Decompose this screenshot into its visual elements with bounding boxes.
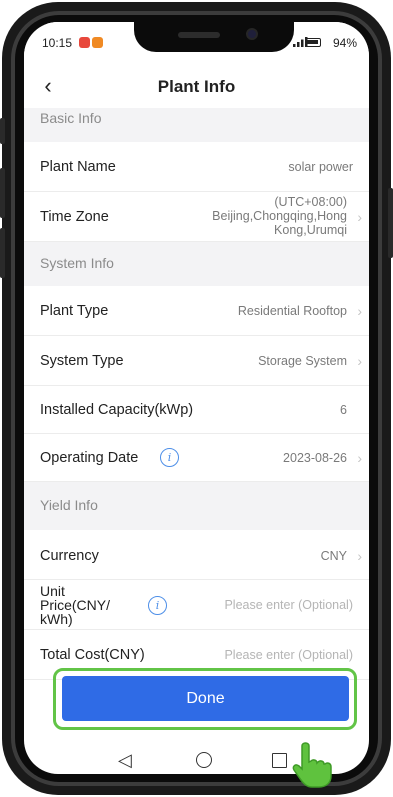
volume-down-button bbox=[0, 228, 5, 278]
chevron-right-icon: › bbox=[357, 548, 362, 564]
chevron-right-icon: › bbox=[357, 209, 362, 225]
plant-info-form: Basic Info Plant Name solar power Time Z… bbox=[24, 108, 369, 680]
operating-date-value: 2023-08-26 bbox=[283, 451, 347, 465]
page-title: Plant Info bbox=[157, 77, 236, 96]
section-title: System Info bbox=[40, 255, 114, 271]
section-title: Basic Info bbox=[40, 110, 102, 126]
system-type-label: System Type bbox=[40, 353, 124, 369]
notch bbox=[134, 22, 294, 52]
plant-type-value: Residential Rooftop bbox=[237, 304, 347, 318]
chevron-right-icon: › bbox=[357, 450, 362, 466]
unit-price-input[interactable]: Please enter (Optional) bbox=[224, 598, 353, 612]
total-cost-label: Total Cost(CNY) bbox=[40, 647, 145, 663]
total-cost-input[interactable]: Please enter (Optional) bbox=[224, 648, 353, 662]
section-header-yield: Yield Info bbox=[24, 482, 369, 530]
system-type-value: Storage System bbox=[258, 354, 347, 368]
nav-header: ‹ Plant Info bbox=[24, 64, 369, 108]
row-plant-type[interactable]: Plant Type Residential Rooftop › bbox=[24, 286, 369, 336]
battery-icon bbox=[305, 38, 321, 47]
circle-home-icon[interactable] bbox=[196, 752, 212, 768]
unit-price-label: Unit Price(CNY/ kWh) bbox=[40, 583, 111, 627]
info-icon[interactable]: i bbox=[148, 596, 167, 615]
currency-value: CNY bbox=[320, 549, 347, 563]
installed-capacity-value[interactable]: 6 bbox=[340, 403, 347, 417]
volume-up-button bbox=[0, 168, 5, 218]
row-operating-date[interactable]: Operating Date i 2023-08-26 › bbox=[24, 434, 369, 482]
chevron-right-icon: › bbox=[357, 303, 362, 319]
row-system-type[interactable]: System Type Storage System › bbox=[24, 336, 369, 386]
operating-date-label: Operating Date bbox=[40, 450, 139, 466]
section-header-basic: Basic Info bbox=[24, 108, 369, 142]
status-bar: 10:15 94% bbox=[24, 22, 369, 64]
row-installed-capacity[interactable]: Installed Capacity(kWp) 6 bbox=[24, 386, 369, 434]
plant-name-label: Plant Name bbox=[40, 159, 116, 175]
hand-pointer-icon bbox=[292, 742, 332, 788]
info-icon[interactable]: i bbox=[160, 448, 179, 467]
section-title: Yield Info bbox=[40, 497, 98, 513]
status-time: 10:15 bbox=[42, 36, 73, 50]
row-plant-name[interactable]: Plant Name solar power bbox=[24, 142, 369, 192]
notification-icon bbox=[79, 37, 90, 48]
section-header-system: System Info bbox=[24, 242, 369, 286]
app-notification-icon bbox=[92, 37, 103, 48]
currency-label: Currency bbox=[40, 548, 99, 564]
time-zone-label: Time Zone bbox=[40, 209, 109, 225]
time-zone-value: (UTC+08:00) Beijing,Chongqing,Hong Kong,… bbox=[212, 195, 347, 237]
square-recent-icon[interactable] bbox=[272, 753, 287, 768]
installed-capacity-label: Installed Capacity(kWp) bbox=[40, 402, 194, 418]
chevron-right-icon: › bbox=[357, 353, 362, 369]
row-time-zone[interactable]: Time Zone (UTC+08:00) Beijing,Chongqing,… bbox=[24, 192, 369, 242]
row-currency[interactable]: Currency CNY › bbox=[24, 530, 369, 580]
volume-button bbox=[0, 118, 5, 144]
speaker bbox=[178, 32, 220, 38]
front-camera bbox=[246, 28, 258, 40]
power-button bbox=[388, 188, 393, 258]
row-unit-price[interactable]: Unit Price(CNY/ kWh) i Please enter (Opt… bbox=[24, 580, 369, 630]
plant-type-label: Plant Type bbox=[40, 303, 109, 319]
plant-name-value[interactable]: solar power bbox=[288, 160, 353, 174]
done-button[interactable]: Done bbox=[62, 676, 349, 721]
triangle-back-icon[interactable]: ◁ bbox=[118, 750, 132, 771]
battery-percentage: 94% bbox=[332, 36, 357, 50]
phone-screen: 10:15 94% ‹ Plant Info Basic Info Plant … bbox=[24, 22, 369, 774]
